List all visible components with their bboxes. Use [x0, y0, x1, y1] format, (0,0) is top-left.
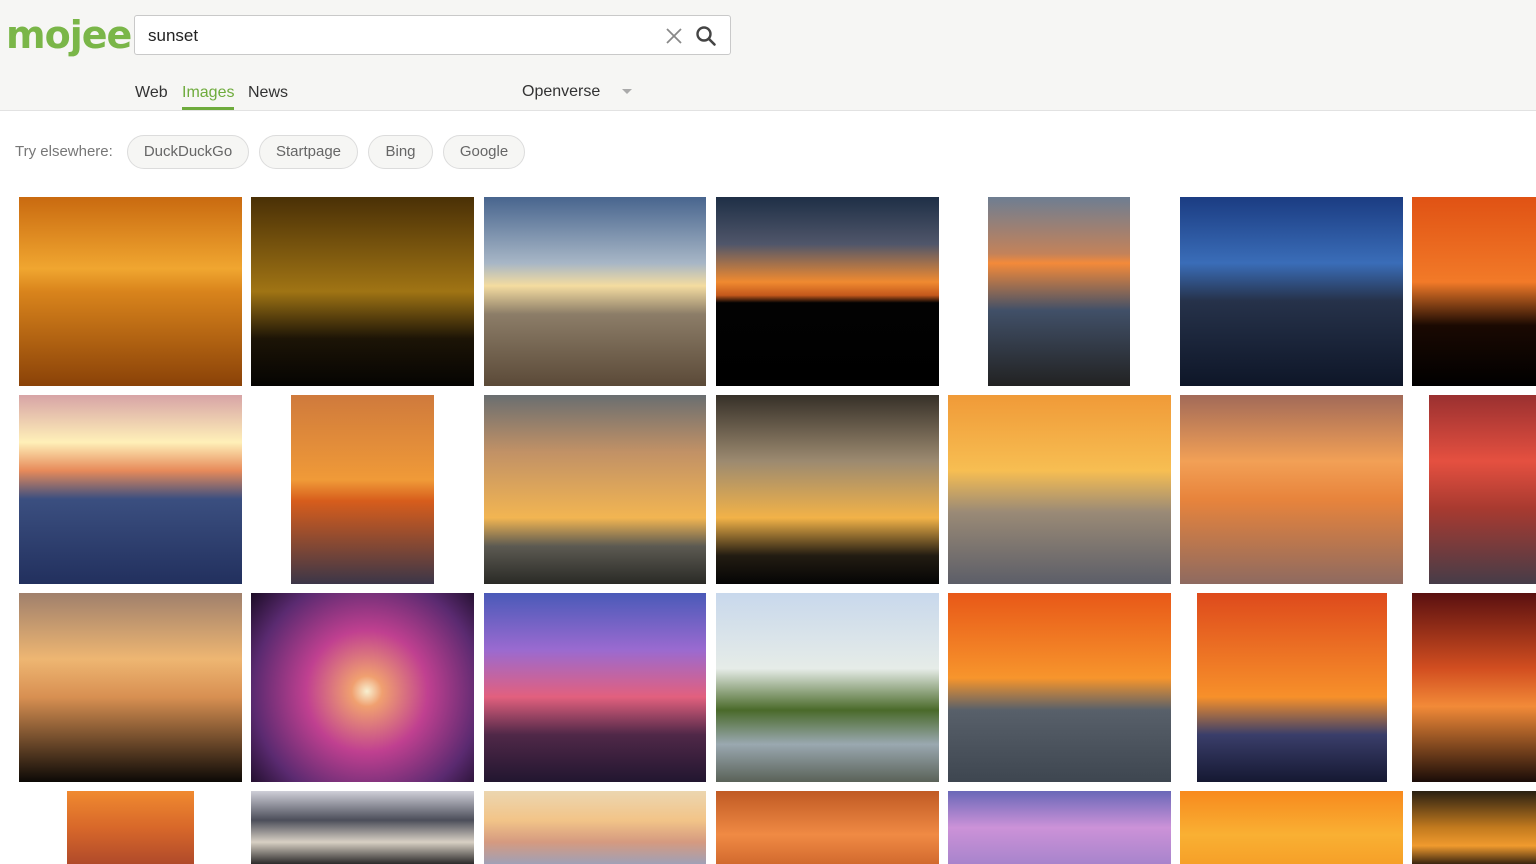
- try-elsewhere-label: Try elsewhere:: [15, 143, 113, 160]
- image-result[interactable]: [1429, 395, 1536, 584]
- image-result[interactable]: [716, 593, 939, 782]
- engine-duckduckgo-button[interactable]: DuckDuckGo: [127, 135, 249, 169]
- image-result[interactable]: [1197, 593, 1387, 782]
- engine-google-button[interactable]: Google: [443, 135, 525, 169]
- tab-news[interactable]: News: [248, 78, 288, 110]
- search-icon[interactable]: [694, 24, 718, 48]
- image-result[interactable]: [251, 197, 474, 386]
- image-result[interactable]: [948, 791, 1171, 864]
- image-result[interactable]: [484, 791, 706, 864]
- image-result[interactable]: [988, 197, 1130, 386]
- engine-bing-button[interactable]: Bing: [368, 135, 433, 169]
- image-result[interactable]: [1412, 593, 1536, 782]
- search-box[interactable]: [134, 15, 731, 56]
- header: mojeek Web Images News Openverse: [0, 0, 1536, 111]
- image-result[interactable]: [1180, 791, 1403, 864]
- image-result[interactable]: [716, 791, 939, 864]
- image-result[interactable]: [19, 197, 242, 386]
- image-result[interactable]: [1412, 791, 1536, 864]
- image-result[interactable]: [19, 395, 242, 584]
- image-result[interactable]: [251, 593, 474, 782]
- image-result[interactable]: [948, 593, 1171, 782]
- search-input[interactable]: [146, 16, 650, 56]
- engine-startpage-button[interactable]: Startpage: [259, 135, 358, 169]
- close-icon[interactable]: [663, 25, 685, 47]
- image-result[interactable]: [291, 395, 434, 584]
- image-result[interactable]: [1180, 197, 1403, 386]
- image-result[interactable]: [948, 395, 1171, 584]
- image-result[interactable]: [716, 197, 939, 386]
- image-result[interactable]: [67, 791, 194, 864]
- tab-images[interactable]: Images: [182, 78, 235, 110]
- source-select[interactable]: Openverse: [522, 80, 600, 104]
- image-result[interactable]: [484, 593, 706, 782]
- image-result[interactable]: [716, 395, 939, 584]
- tab-web[interactable]: Web: [135, 78, 168, 110]
- chevron-down-icon[interactable]: [622, 89, 632, 94]
- image-result[interactable]: [484, 395, 706, 584]
- image-result[interactable]: [19, 593, 242, 782]
- image-result[interactable]: [484, 197, 706, 386]
- image-result[interactable]: [1412, 197, 1536, 386]
- image-result[interactable]: [251, 791, 474, 864]
- image-result[interactable]: [1180, 395, 1403, 584]
